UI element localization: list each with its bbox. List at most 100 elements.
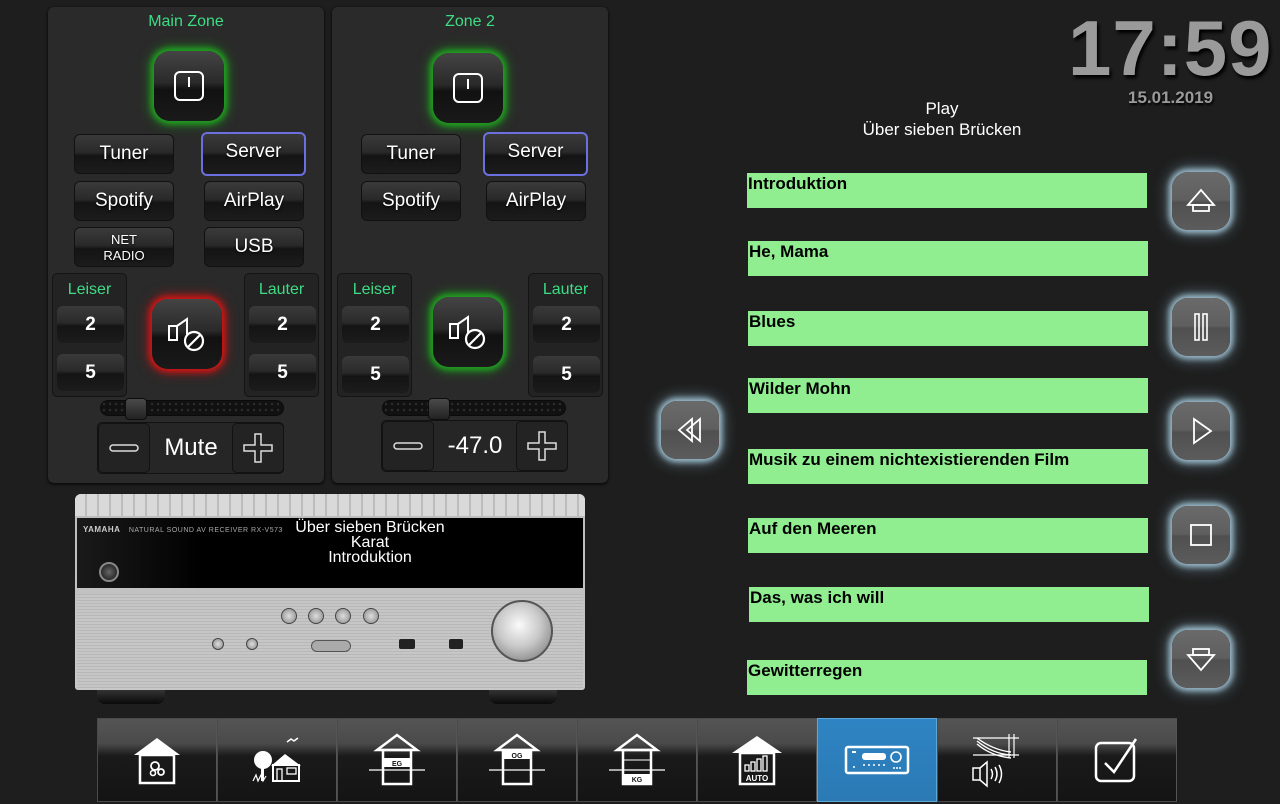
- receiver-display-track: Introduktion: [328, 549, 412, 566]
- receiver-vent: [75, 494, 585, 516]
- now-playing-album: Über sieben Brücken: [862, 120, 1022, 139]
- garden-house-icon: [252, 737, 301, 783]
- scroll-up-button[interactable]: [1172, 172, 1230, 230]
- receiver-program-switch: [311, 640, 351, 652]
- nav-badge: AUTO: [746, 774, 769, 783]
- volume-plus-button[interactable]: [232, 423, 284, 473]
- volume-down-5-button[interactable]: 5: [57, 354, 124, 391]
- track-item[interactable]: Das, was ich will: [749, 587, 1149, 622]
- house-auto-icon: AUTO: [732, 736, 782, 786]
- zone-title: Zone 2: [445, 13, 495, 30]
- zone-title: Main Zone: [148, 13, 224, 30]
- source-spotify-button[interactable]: Spotify: [74, 181, 174, 221]
- main-zone-volume-slider[interactable]: [100, 398, 284, 420]
- receiver-foot: [489, 690, 557, 704]
- nav-badge: EG: [392, 761, 403, 768]
- volume-minus-button[interactable]: [382, 421, 434, 471]
- source-server-button[interactable]: Server: [483, 132, 588, 176]
- main-zone-mute-button[interactable]: [152, 299, 222, 369]
- volume-up-2-button[interactable]: 2: [249, 306, 316, 343]
- volume-up-5-button[interactable]: 5: [249, 354, 316, 391]
- play-button[interactable]: [1172, 402, 1230, 460]
- scroll-up-icon: [1186, 188, 1216, 212]
- nav-receiver[interactable]: [817, 718, 937, 802]
- nav-garden[interactable]: [217, 718, 337, 802]
- zone2-volume-slider[interactable]: [382, 398, 566, 420]
- playback-status: Play: [925, 99, 959, 118]
- track-item[interactable]: Musik zu einem nichtexistierenden Film: [748, 449, 1148, 484]
- source-net-radio-button[interactable]: NET RADIO: [74, 227, 174, 267]
- source-airplay-button[interactable]: AirPlay: [486, 181, 586, 221]
- source-label-line1: NET: [111, 232, 137, 247]
- receiver-scene-button: [335, 608, 351, 624]
- receiver-scene-button: [308, 608, 324, 624]
- receiver-scene-button: [363, 608, 379, 624]
- track-item[interactable]: Introduktion: [747, 173, 1147, 208]
- audio-network-icon: [972, 734, 1019, 788]
- receiver-display-artist: Karat: [350, 534, 390, 551]
- nav-floor-og[interactable]: OG: [457, 718, 577, 802]
- source-airplay-button[interactable]: AirPlay: [204, 181, 304, 221]
- av-receiver-image: YAMAHA NATURAL SOUND AV RECEIVER RX-V573…: [75, 494, 585, 706]
- nav-audio-network[interactable]: [937, 718, 1057, 802]
- nav-floor-kg[interactable]: KG: [577, 718, 697, 802]
- scroll-down-button[interactable]: [1172, 630, 1230, 688]
- track-item[interactable]: Gewitterregen: [747, 660, 1147, 695]
- main-zone-power-button[interactable]: [154, 51, 224, 121]
- volume-slider-thumb[interactable]: [125, 398, 147, 420]
- source-tuner-button[interactable]: Tuner: [361, 134, 461, 174]
- receiver-usb-port: [449, 639, 463, 649]
- volume-slider-thumb[interactable]: [428, 398, 450, 420]
- checkbox-icon: [1094, 738, 1138, 783]
- stop-icon: [1190, 524, 1212, 546]
- receiver-brand-name: YAMAHA: [83, 525, 121, 534]
- volume-down-label: Leiser: [67, 281, 112, 298]
- volume-up-group: Lauter 2 5: [244, 273, 319, 397]
- receiver-foot: [97, 690, 165, 704]
- house-floor-kg-icon: KG: [609, 733, 665, 786]
- clock-time: 17:59: [1068, 4, 1273, 92]
- previous-button[interactable]: [661, 401, 719, 459]
- track-item[interactable]: Blues: [748, 311, 1148, 346]
- zone2-power-button[interactable]: [433, 53, 503, 123]
- track-item[interactable]: He, Mama: [748, 241, 1148, 276]
- volume-down-2-button[interactable]: 2: [342, 306, 409, 343]
- receiver-hdmi-port: [399, 639, 415, 649]
- volume-up-2-button[interactable]: 2: [533, 306, 600, 343]
- zone2-mute-button[interactable]: [433, 297, 503, 367]
- house-floor-og-icon: OG: [489, 733, 545, 786]
- source-label-line2: RADIO: [103, 248, 145, 263]
- receiver-volume-knob: [491, 600, 553, 662]
- volume-down-5-button[interactable]: 5: [342, 356, 409, 393]
- volume-down-label: Leiser: [352, 281, 397, 298]
- source-spotify-button[interactable]: Spotify: [361, 181, 461, 221]
- stop-button[interactable]: [1172, 506, 1230, 564]
- source-usb-button[interactable]: USB: [204, 227, 304, 267]
- nav-automation[interactable]: AUTO: [697, 718, 817, 802]
- volume-plus-button[interactable]: [516, 421, 568, 471]
- nav-badge: KG: [632, 777, 643, 784]
- nav-tasks[interactable]: [1057, 718, 1177, 802]
- pause-icon: [1194, 313, 1208, 341]
- volume-down-2-button[interactable]: 2: [57, 306, 124, 343]
- volume-up-label: Lauter: [542, 281, 589, 298]
- pause-button[interactable]: [1172, 298, 1230, 356]
- nav-floor-eg[interactable]: EG: [337, 718, 457, 802]
- receiver-brand: YAMAHA NATURAL SOUND AV RECEIVER RX-V573: [83, 525, 283, 534]
- zone2-panel: Zone 2 Tuner Server Spotify AirPlay Leis…: [332, 7, 608, 483]
- nav-house-settings[interactable]: [97, 718, 217, 802]
- volume-minus-button[interactable]: [98, 423, 150, 473]
- track-item[interactable]: Wilder Mohn: [748, 378, 1148, 413]
- source-server-button[interactable]: Server: [201, 132, 306, 176]
- receiver-input-button: [212, 638, 224, 650]
- volume-value: Mute: [164, 434, 218, 461]
- volume-up-label: Lauter: [258, 281, 305, 298]
- receiver-input-button: [246, 638, 258, 650]
- track-item[interactable]: Auf den Meeren: [748, 518, 1148, 553]
- source-tuner-button[interactable]: Tuner: [74, 134, 174, 174]
- volume-up-5-button[interactable]: 5: [533, 356, 600, 393]
- minus-icon: [393, 442, 423, 450]
- receiver-power-knob: [99, 562, 119, 582]
- volume-value: -47.0: [447, 432, 503, 459]
- speaker-mute-icon: [449, 315, 486, 350]
